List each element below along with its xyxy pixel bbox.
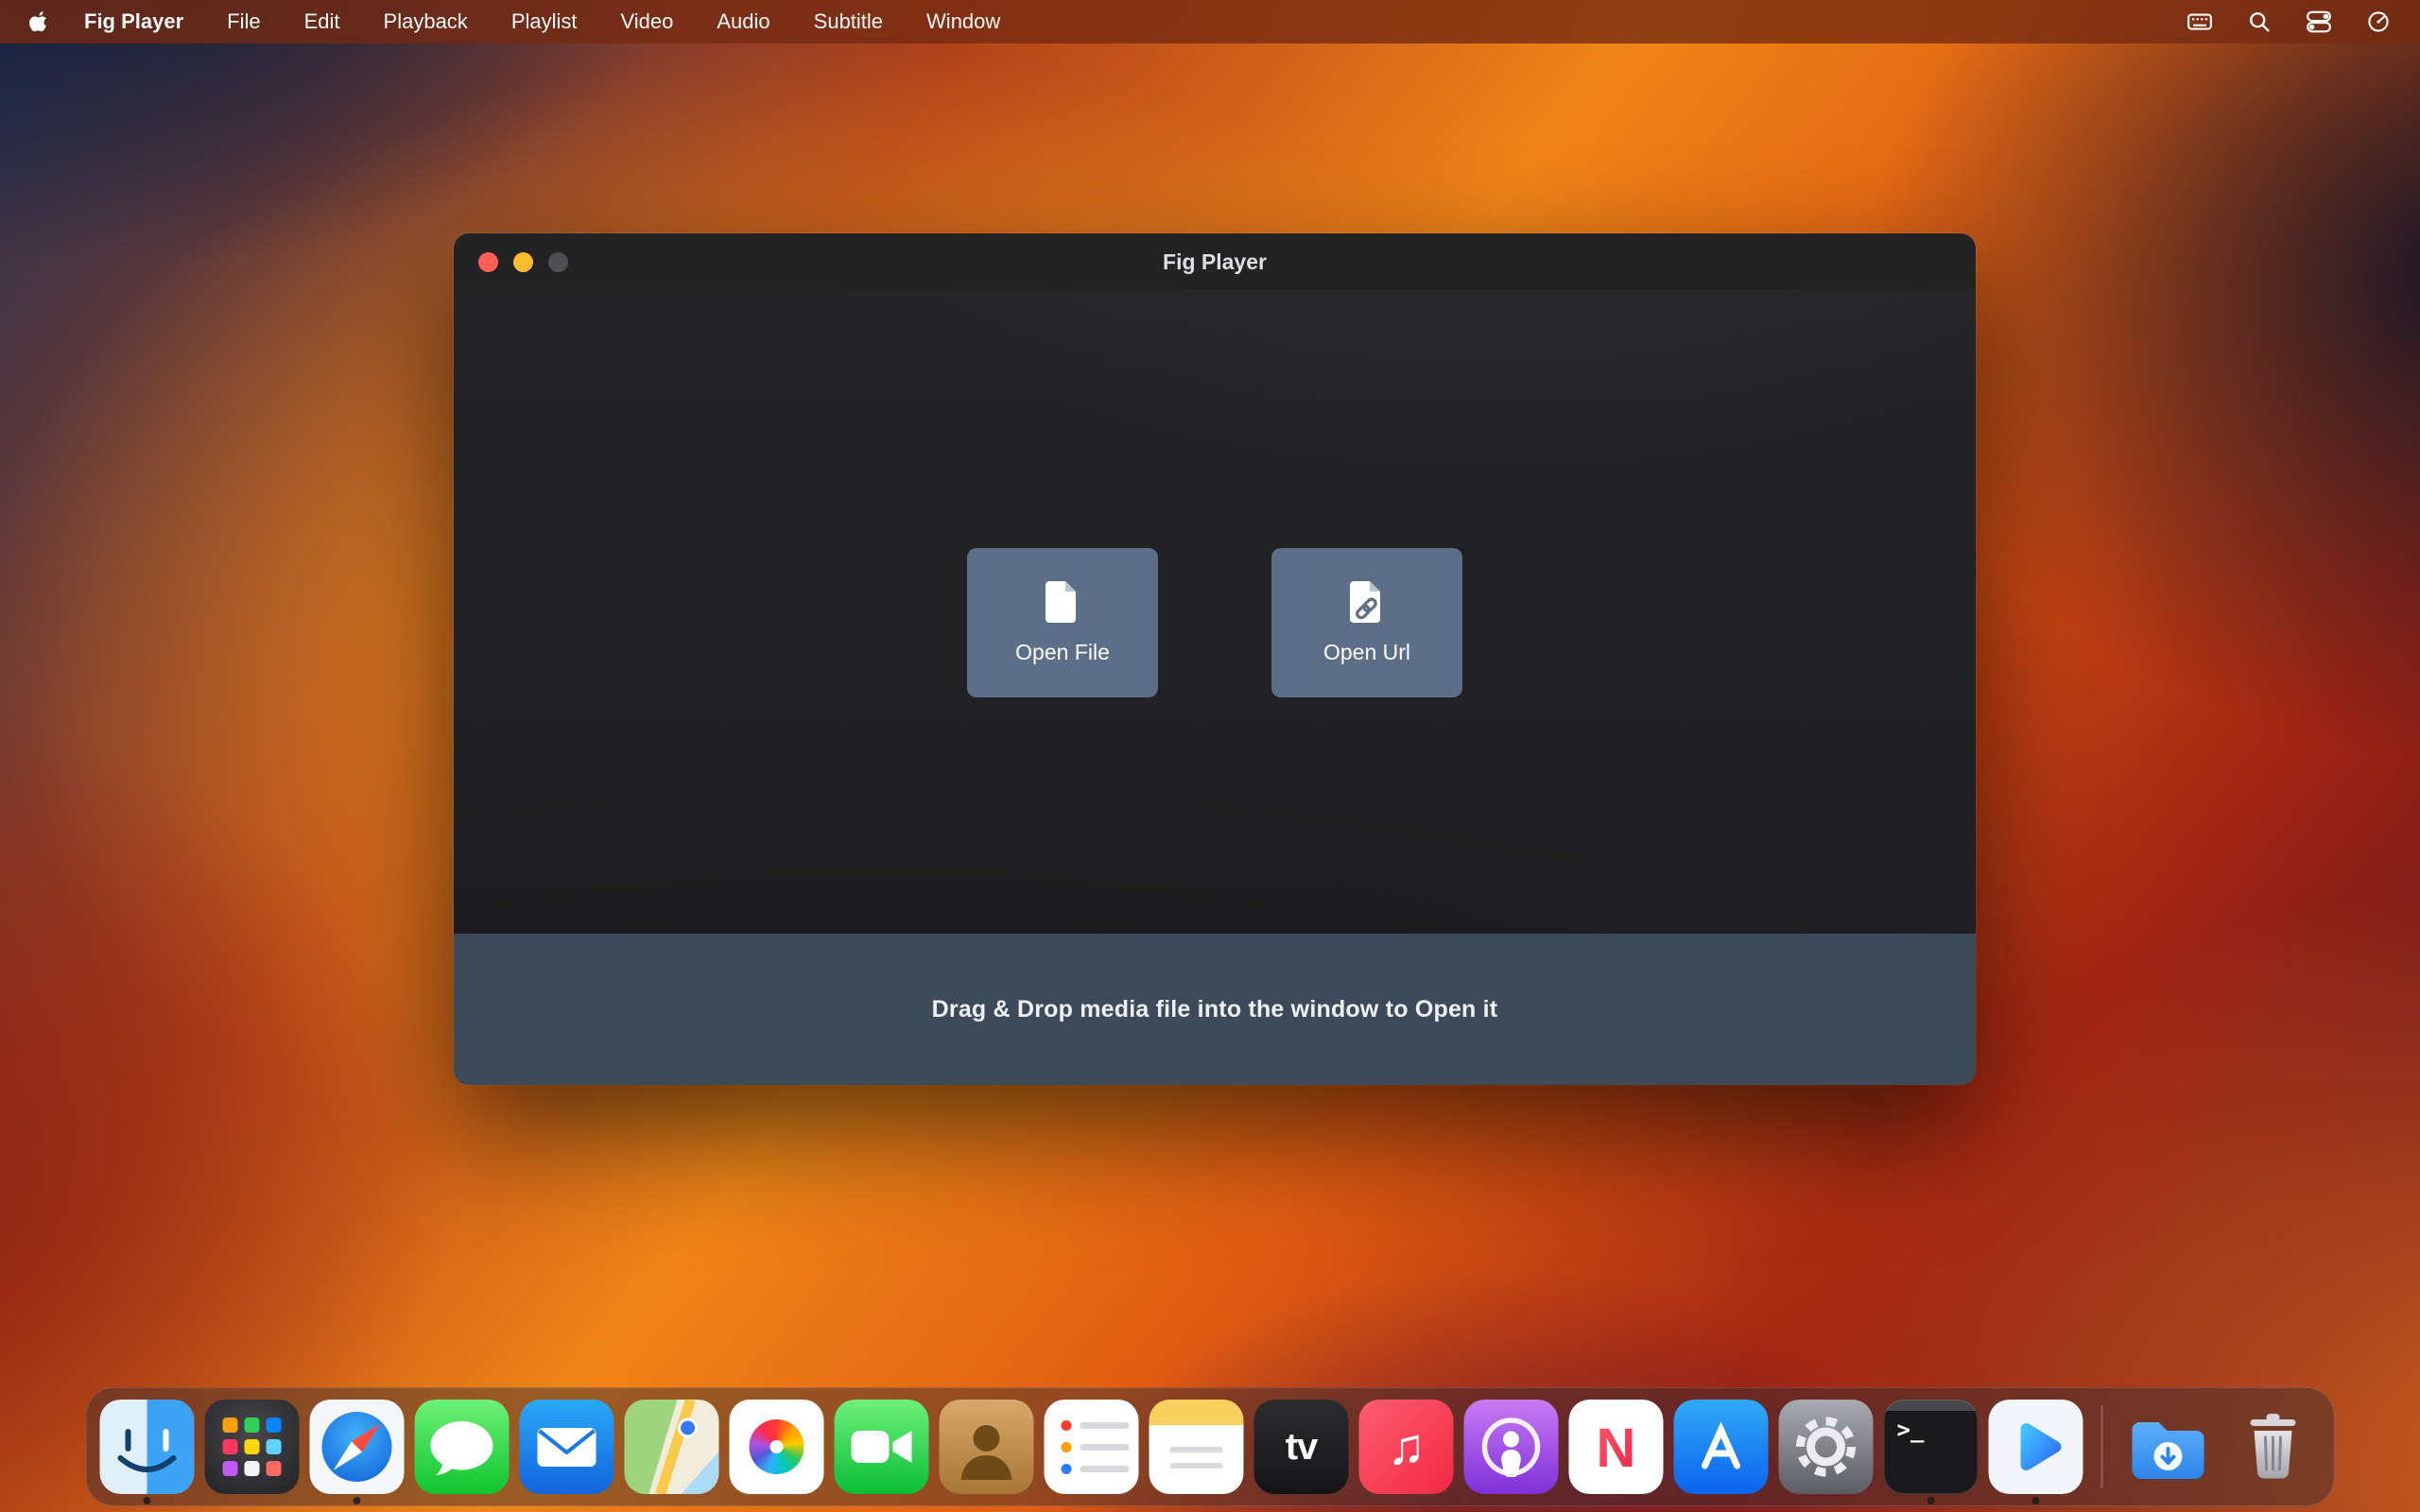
launchpad-icon bbox=[205, 1400, 300, 1494]
apple-menu[interactable] bbox=[28, 9, 49, 34]
dock-item-safari[interactable] bbox=[310, 1400, 405, 1494]
dock-separator bbox=[2101, 1405, 2103, 1488]
reminders-icon bbox=[1045, 1400, 1139, 1494]
window-titlebar[interactable]: Fig Player bbox=[454, 233, 1976, 290]
dock-item-trash[interactable] bbox=[2226, 1400, 2321, 1494]
menu-item-subtitle[interactable]: Subtitle bbox=[792, 9, 905, 34]
open-file-label: Open File bbox=[1015, 640, 1110, 665]
downloads-folder-icon bbox=[2121, 1400, 2216, 1494]
gauge-icon[interactable] bbox=[2365, 9, 2392, 35]
open-url-button[interactable]: Open Url bbox=[1271, 548, 1462, 697]
facetime-icon bbox=[835, 1400, 929, 1494]
tv-icon: tv bbox=[1254, 1400, 1349, 1494]
keyboard-icon[interactable] bbox=[2186, 8, 2214, 36]
dock-item-mail[interactable] bbox=[520, 1400, 614, 1494]
dock-item-facetime[interactable] bbox=[835, 1400, 929, 1494]
menu-app-name[interactable]: Fig Player bbox=[62, 9, 205, 34]
open-file-button[interactable]: Open File bbox=[967, 548, 1158, 697]
contacts-icon bbox=[940, 1400, 1034, 1494]
dock-item-contacts[interactable] bbox=[940, 1400, 1034, 1494]
menu-item-window[interactable]: Window bbox=[905, 9, 1022, 34]
maps-icon bbox=[625, 1400, 719, 1494]
terminal-icon: >_ bbox=[1884, 1400, 1979, 1494]
menu-item-playback[interactable]: Playback bbox=[362, 9, 490, 34]
link-document-icon bbox=[1348, 579, 1386, 625]
spotlight-search-icon[interactable] bbox=[2246, 9, 2273, 35]
menu-bar-status-area bbox=[2186, 8, 2392, 36]
photos-icon bbox=[730, 1400, 824, 1494]
menu-item-audio[interactable]: Audio bbox=[695, 9, 791, 34]
drop-hint-bar: Drag & Drop media file into the window t… bbox=[454, 934, 1976, 1085]
control-center-icon[interactable] bbox=[2305, 8, 2333, 36]
dock-item-tv[interactable]: tv bbox=[1254, 1400, 1349, 1494]
dock-item-music[interactable]: ♫ bbox=[1359, 1400, 1454, 1494]
dock-item-system-settings[interactable] bbox=[1779, 1400, 1874, 1494]
safari-icon bbox=[310, 1400, 405, 1494]
dock-item-news[interactable]: N bbox=[1569, 1400, 1664, 1494]
dock-item-downloads[interactable] bbox=[2121, 1400, 2216, 1494]
open-url-label: Open Url bbox=[1323, 640, 1410, 665]
menu-item-video[interactable]: Video bbox=[599, 9, 696, 34]
gear-icon bbox=[1779, 1400, 1874, 1494]
mail-icon bbox=[520, 1400, 614, 1494]
fig-player-window: Fig Player Open File Open Url Drag & Dro… bbox=[454, 233, 1976, 1085]
svg-text:N: N bbox=[1597, 1418, 1636, 1479]
dock-item-fig-player[interactable] bbox=[1989, 1400, 2083, 1494]
menu-item-edit[interactable]: Edit bbox=[283, 9, 362, 34]
app-store-icon bbox=[1674, 1400, 1769, 1494]
dock-item-terminal[interactable]: >_ bbox=[1884, 1400, 1979, 1494]
dock-item-messages[interactable] bbox=[415, 1400, 510, 1494]
menu-item-file[interactable]: File bbox=[205, 9, 282, 34]
dock-item-reminders[interactable] bbox=[1045, 1400, 1139, 1494]
window-title: Fig Player bbox=[454, 233, 1976, 290]
dock-item-finder[interactable] bbox=[100, 1400, 195, 1494]
notes-icon bbox=[1150, 1400, 1244, 1494]
dock-item-launchpad[interactable] bbox=[205, 1400, 300, 1494]
window-content: Open File Open Url bbox=[454, 290, 1976, 934]
news-icon: N bbox=[1569, 1400, 1664, 1494]
dock: tv ♫ N bbox=[86, 1387, 2335, 1506]
trash-icon bbox=[2226, 1400, 2321, 1494]
menu-item-playlist[interactable]: Playlist bbox=[490, 9, 599, 34]
dock-item-maps[interactable] bbox=[625, 1400, 719, 1494]
menu-bar: Fig Player File Edit Playback Playlist V… bbox=[0, 0, 2420, 43]
music-icon: ♫ bbox=[1359, 1400, 1454, 1494]
dock-item-notes[interactable] bbox=[1150, 1400, 1244, 1494]
dock-item-photos[interactable] bbox=[730, 1400, 824, 1494]
messages-icon bbox=[415, 1400, 510, 1494]
podcasts-icon bbox=[1464, 1400, 1559, 1494]
dock-item-app-store[interactable] bbox=[1674, 1400, 1769, 1494]
apple-icon bbox=[28, 9, 49, 34]
finder-icon bbox=[100, 1400, 195, 1494]
play-icon bbox=[1989, 1400, 2083, 1494]
document-icon bbox=[1044, 579, 1081, 625]
drop-hint-text: Drag & Drop media file into the window t… bbox=[932, 996, 1498, 1023]
dock-item-podcasts[interactable] bbox=[1464, 1400, 1559, 1494]
